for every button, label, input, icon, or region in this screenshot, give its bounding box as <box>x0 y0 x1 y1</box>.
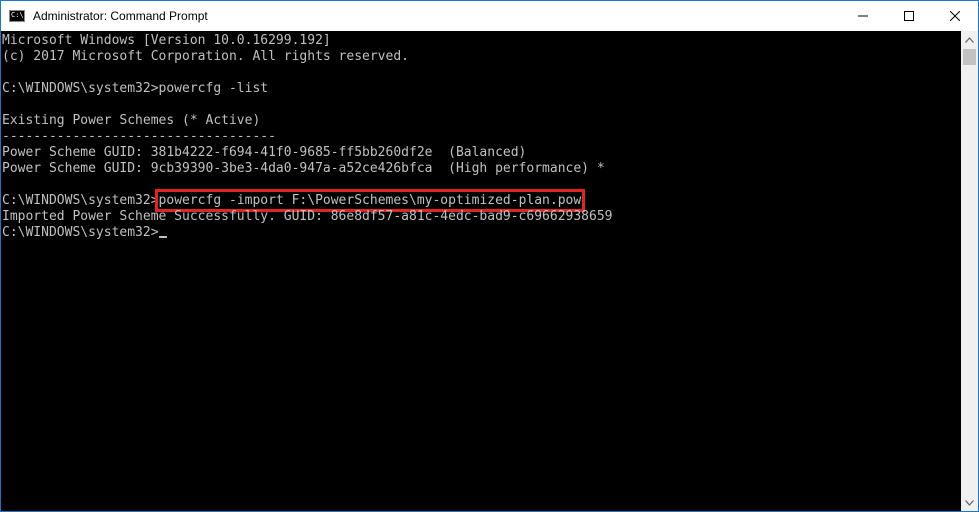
console-line-current: C:\WINDOWS\system32> <box>2 225 167 241</box>
maximize-icon <box>904 11 914 21</box>
command-prompt-window: C:\ Administrator: Command Prompt Micros… <box>0 0 979 512</box>
scroll-down-button[interactable] <box>961 494 978 511</box>
scrollbar-thumb[interactable] <box>963 49 976 65</box>
window-controls <box>840 1 978 31</box>
close-button[interactable] <box>932 1 978 31</box>
console-prompt: C:\WINDOWS\system32> <box>2 193 159 208</box>
minimize-icon <box>858 15 868 17</box>
title-bar[interactable]: C:\ Administrator: Command Prompt <box>1 1 978 31</box>
highlighted-command: powercfg -import F:\PowerSchemes\my-opti… <box>154 189 586 212</box>
console-line: Power Scheme GUID: 381b4222-f694-41f0-96… <box>2 145 527 160</box>
console-line: Power Scheme GUID: 9cb39390-3be3-4da0-94… <box>2 161 605 176</box>
cmd-icon-label: C:\ <box>11 11 24 19</box>
scroll-up-button[interactable] <box>961 31 978 48</box>
minimize-button[interactable] <box>840 1 886 31</box>
text-cursor <box>158 236 167 238</box>
cmd-icon[interactable]: C:\ <box>9 10 25 22</box>
maximize-button[interactable] <box>886 1 932 31</box>
console-line: Microsoft Windows [Version 10.0.16299.19… <box>2 33 331 48</box>
window-title: Administrator: Command Prompt <box>33 9 208 23</box>
chevron-up-icon <box>965 36 974 43</box>
console-line-import: C:\WINDOWS\system32>powercfg -import F:\… <box>2 189 586 212</box>
chevron-down-icon <box>965 499 974 506</box>
console-line: ----------------------------------- <box>2 129 276 144</box>
console-line: Imported Power Scheme Successfully. GUID… <box>2 209 613 224</box>
console-output[interactable]: Microsoft Windows [Version 10.0.16299.19… <box>1 31 961 511</box>
console-line: Existing Power Schemes (* Active) <box>2 113 261 128</box>
console-line: C:\WINDOWS\system32>powercfg -list <box>2 81 269 96</box>
console-prompt: C:\WINDOWS\system32> <box>2 225 159 240</box>
vertical-scrollbar[interactable] <box>961 31 978 511</box>
console-line: (c) 2017 Microsoft Corporation. All righ… <box>2 49 409 64</box>
close-icon <box>950 11 960 21</box>
